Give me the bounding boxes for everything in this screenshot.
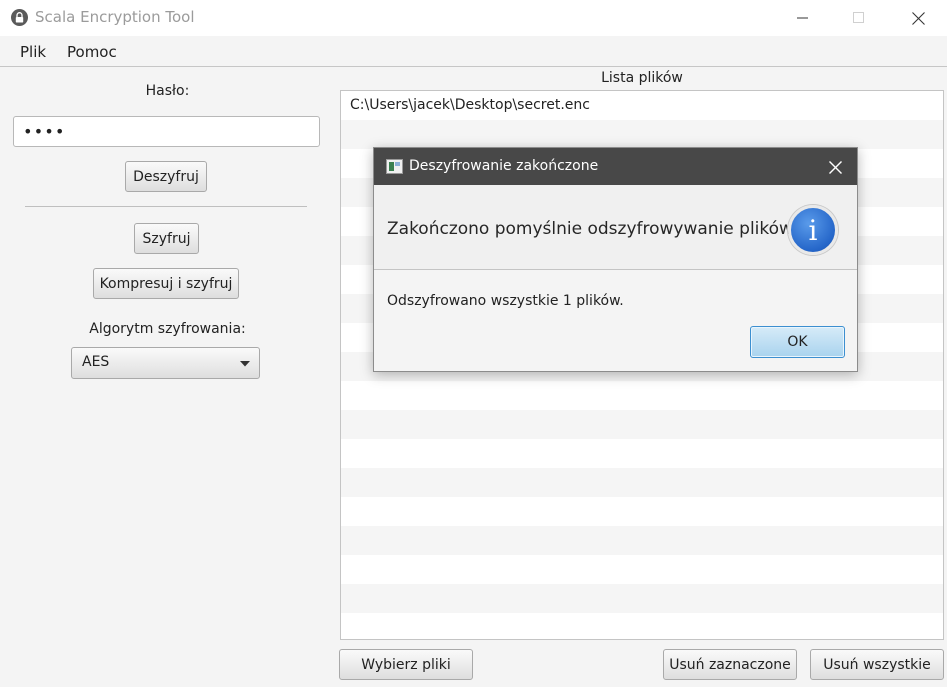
lock-icon [11, 9, 28, 26]
password-value: •••• [23, 122, 66, 141]
maximize-button[interactable] [836, 0, 882, 36]
dialog-heading: Zakończono pomyślnie odszyfrowywanie pli… [387, 219, 793, 239]
ok-button[interactable]: OK [750, 326, 845, 358]
divider [25, 206, 307, 207]
dialog-header: Zakończono pomyślnie odszyfrowywanie pli… [374, 185, 857, 270]
info-icon: i [788, 205, 838, 255]
algorithm-select[interactable]: AES [71, 347, 260, 379]
window-titlebar: Scala Encryption Tool [0, 0, 947, 36]
compress-encrypt-button[interactable]: Kompresuj i szyfruj [93, 268, 239, 299]
dialog-title: Deszyfrowanie zakończone [409, 158, 599, 174]
dialog-message: Odszyfrowano wszystkie 1 plików. [387, 293, 624, 309]
encrypt-button[interactable]: Szyfruj [134, 223, 199, 254]
maximize-icon [853, 12, 864, 23]
left-panel: Hasło: •••• Deszyfruj Szyfruj Kompresuj … [0, 68, 335, 687]
remove-all-button[interactable]: Usuń wszystkie [810, 649, 944, 680]
menu-bar: Plik Pomoc [0, 36, 947, 67]
dialog-titlebar: Deszyfrowanie zakończone [374, 148, 857, 185]
algorithm-selected-value: AES [82, 354, 110, 370]
close-icon [828, 160, 842, 174]
dialog-close-button[interactable] [820, 155, 850, 179]
menu-pomoc[interactable]: Pomoc [67, 43, 117, 61]
chevron-down-icon [240, 361, 250, 367]
decrypt-button[interactable]: Deszyfruj [125, 161, 207, 192]
close-icon [911, 11, 925, 25]
password-label: Hasło: [145, 83, 190, 99]
decryption-complete-dialog: Deszyfrowanie zakończone Zakończono pomy… [373, 147, 858, 372]
password-field[interactable]: •••• [13, 116, 320, 147]
app-window-icon [386, 159, 403, 174]
menu-plik[interactable]: Plik [20, 43, 46, 61]
window-title: Scala Encryption Tool [35, 8, 195, 26]
list-item[interactable]: C:\Users\jacek\Desktop\secret.enc [341, 91, 943, 120]
minimize-button[interactable] [780, 0, 826, 36]
close-window-button[interactable] [895, 0, 941, 36]
file-list-title: Lista plików [601, 70, 683, 86]
choose-files-button[interactable]: Wybierz pliki [339, 649, 473, 680]
remove-selected-button[interactable]: Usuń zaznaczone [663, 649, 797, 680]
algorithm-label: Algorytm szyfrowania: [89, 321, 246, 337]
minimize-icon [797, 17, 808, 19]
